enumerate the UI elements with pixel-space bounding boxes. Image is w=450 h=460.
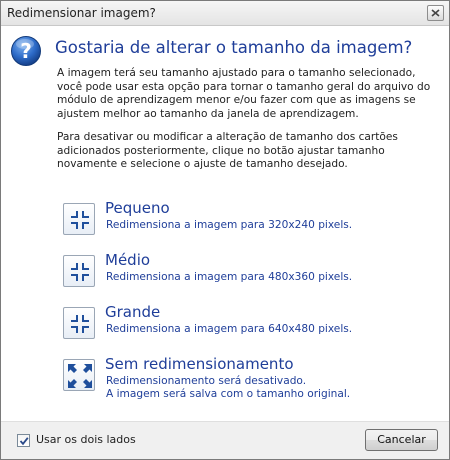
option-label: Grande	[105, 303, 161, 321]
description-paragraph-1: A imagem terá seu tamanho ajustado para …	[57, 67, 431, 120]
shrink-arrows-icon	[63, 203, 95, 235]
dialog-window: Redimensionar imagem? ? Gostaria de alte…	[0, 0, 450, 460]
window-title: Redimensionar imagem?	[7, 6, 156, 20]
close-button[interactable]	[427, 5, 444, 21]
checkmark-icon	[19, 437, 29, 446]
option-label: Pequeno	[105, 199, 170, 217]
option-sem-redimensionamento[interactable]: Sem redimensionamento Redimensionamento …	[63, 355, 433, 400]
shrink-arrows-icon	[63, 307, 95, 339]
option-description-line-2: A imagem será salva com o tamanho origin…	[106, 388, 351, 400]
description-paragraph-2: Para desativar ou modificar a alteração …	[57, 131, 398, 171]
expand-arrows-icon	[63, 359, 95, 391]
option-pequeno[interactable]: Pequeno Redimensiona a imagem para 320x2…	[63, 199, 433, 241]
dialog-footer: Usar os dois lados Cancelar	[1, 421, 449, 459]
question-icon: ?	[11, 36, 41, 66]
close-icon	[431, 9, 440, 17]
checkbox-label[interactable]: Usar os dois lados	[36, 433, 136, 446]
title-bar: Redimensionar imagem?	[1, 1, 449, 26]
option-label: Sem redimensionamento	[105, 355, 294, 373]
svg-text:?: ?	[20, 39, 32, 63]
use-both-sides-checkbox[interactable]	[17, 434, 30, 447]
option-description-line-1: Redimensionamento será desativado.	[106, 375, 307, 387]
cancel-button[interactable]: Cancelar	[365, 429, 438, 451]
dialog-heading: Gostaria de alterar o tamanho da imagem?	[55, 38, 413, 57]
option-medio[interactable]: Médio Redimensiona a imagem para 480x360…	[63, 251, 433, 293]
option-description: Redimensiona a imagem para 640x480 pixel…	[106, 323, 353, 335]
option-grande[interactable]: Grande Redimensiona a imagem para 640x48…	[63, 303, 433, 345]
option-label: Médio	[105, 251, 151, 269]
option-description: Redimensionamento será desativado. A ima…	[106, 375, 436, 401]
dialog-content: ? Gostaria de alterar o tamanho da image…	[1, 27, 449, 421]
shrink-arrows-icon	[63, 255, 95, 287]
option-description: Redimensiona a imagem para 320x240 pixel…	[106, 219, 353, 231]
option-description: Redimensiona a imagem para 480x360 pixel…	[106, 271, 353, 283]
